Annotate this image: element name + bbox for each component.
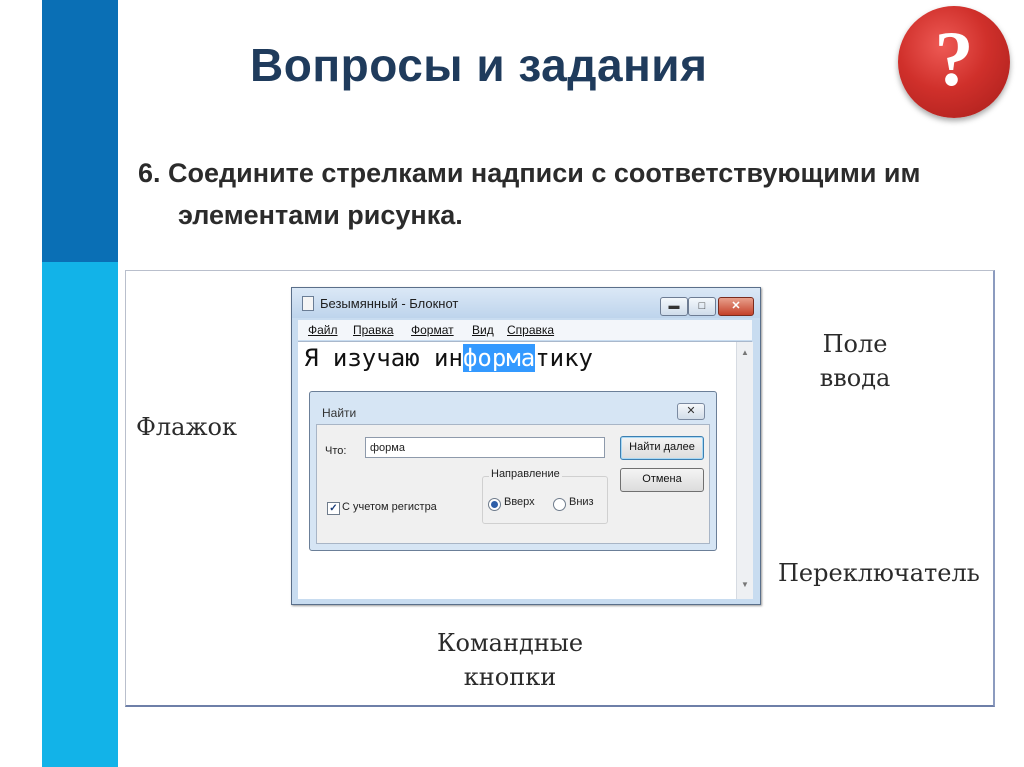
direction-label: Направление xyxy=(489,468,562,480)
maximize-button[interactable]: □ xyxy=(688,297,716,316)
cancel-button[interactable]: Отмена xyxy=(620,468,704,492)
find-what-label: Что: xyxy=(325,445,347,457)
menu-bar: Файл Правка Формат Вид Справка xyxy=(298,320,752,340)
notepad-titlebar[interactable]: Безымянный - Блокнот ▬ □ ✕ xyxy=(292,288,760,318)
menu-view[interactable]: Вид xyxy=(472,323,494,337)
side-bar-dark xyxy=(42,0,118,262)
match-case-label: С учетом регистра xyxy=(342,501,437,513)
label-input-field: Поле ввода xyxy=(819,330,891,392)
radio-up[interactable] xyxy=(488,498,501,511)
find-dialog-title: Найти xyxy=(322,406,357,420)
menu-format[interactable]: Формат xyxy=(411,323,454,337)
label-command-buttons: Командные кнопки xyxy=(436,629,584,691)
find-what-input[interactable]: форма xyxy=(365,437,605,458)
minimize-button[interactable]: ▬ xyxy=(660,297,688,316)
radio-down-label: Вниз xyxy=(569,496,594,508)
slide-title: Вопросы и задания xyxy=(250,39,708,91)
selected-text: форма xyxy=(462,344,536,372)
close-button[interactable]: ✕ xyxy=(718,297,754,316)
scroll-up-icon[interactable]: ▲ xyxy=(741,348,749,357)
notepad-title: Безымянный - Блокнот xyxy=(320,296,459,311)
label-checkbox: Флажок xyxy=(136,413,238,441)
find-dialog: Найти ✕ Что: форма Найти далее Отмена На… xyxy=(309,391,717,551)
scroll-down-icon[interactable]: ▼ xyxy=(741,580,749,589)
find-dialog-close-button[interactable]: ✕ xyxy=(677,403,705,420)
task-line-1: 6. Соедините стрелками надписи с соответ… xyxy=(138,158,921,188)
menu-help[interactable]: Справка xyxy=(507,323,554,337)
match-case-checkbox[interactable]: ✓ xyxy=(327,502,340,515)
vertical-scrollbar[interactable]: ▲ ▼ xyxy=(736,342,753,599)
radio-down[interactable] xyxy=(553,498,566,511)
radio-up-label: Вверх xyxy=(504,496,535,508)
label-radio: Переключатель xyxy=(778,559,980,587)
find-next-button[interactable]: Найти далее xyxy=(620,436,704,460)
find-dialog-body: Что: форма Найти далее Отмена Направлени… xyxy=(316,424,710,544)
task-text: 6. Соедините стрелками надписи с соответ… xyxy=(138,152,1018,236)
question-badge-icon: ? xyxy=(898,6,1010,118)
notepad-icon xyxy=(302,296,314,311)
side-bar-light xyxy=(42,262,118,767)
menu-edit[interactable]: Правка xyxy=(353,323,394,337)
editor-text: Я изучаю информатику xyxy=(304,344,593,372)
task-line-2: элементами рисунка. xyxy=(178,200,463,230)
menu-file[interactable]: Файл xyxy=(308,323,338,337)
